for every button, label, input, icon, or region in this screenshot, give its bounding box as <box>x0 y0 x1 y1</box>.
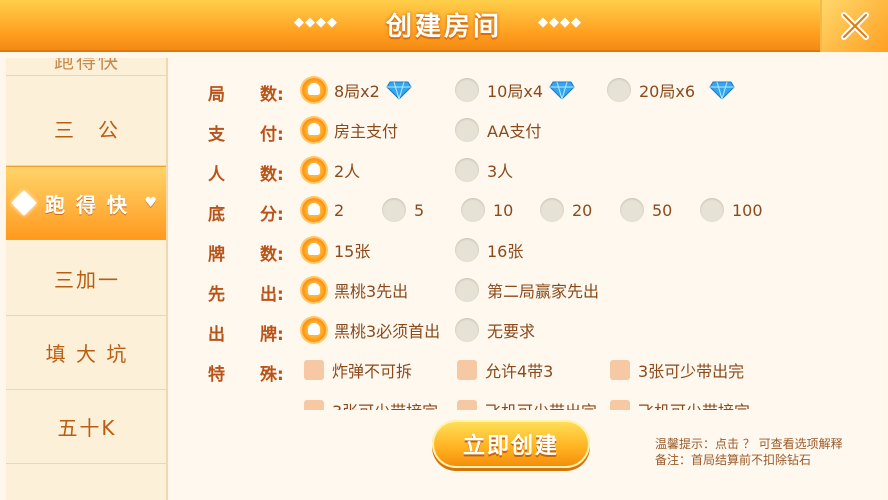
rounds-option-20[interactable]: 20局x6 <box>607 76 735 104</box>
radio-unselected[interactable] <box>455 118 479 142</box>
radio-unselected[interactable] <box>455 238 479 262</box>
sidebar-item-paodekuai[interactable]: 跑 得 快 ♥ <box>6 166 166 240</box>
sidebar-item-sanjiayi[interactable]: 三加一 <box>6 242 166 316</box>
play-card-row: 出牌: 黑桃3必须首出 无要求 <box>170 318 882 348</box>
special-option-bomb[interactable]: 炸弹不可拆 <box>304 356 412 384</box>
sidebar-item-label: 跑 得 快 <box>45 192 129 217</box>
radio-unselected[interactable] <box>607 78 631 102</box>
rounds-option-8[interactable]: 8局x2 <box>302 76 412 104</box>
radio-unselected[interactable] <box>461 198 485 222</box>
payment-row: 支付: 房主支付 AA支付 <box>170 118 882 148</box>
sidebar-item-label: 填 大 坑 <box>45 342 129 366</box>
play-card-option-none[interactable]: 无要求 <box>455 316 535 344</box>
payment-option-aa[interactable]: AA支付 <box>455 116 541 144</box>
sidebar-item-label: 跑得快 <box>54 58 120 73</box>
sidebar-item-top[interactable]: 跑得快 <box>6 58 166 76</box>
tips-text: 温馨提示：点击 ？ 可查看选项解释 备注：首局结算前不扣除钻石 <box>655 436 843 468</box>
sidebar-item-tiandakeng[interactable]: 填 大 坑 <box>6 316 166 390</box>
radio-unselected[interactable] <box>455 318 479 342</box>
radio-unselected[interactable] <box>382 198 406 222</box>
players-option-2[interactable]: 2人 <box>302 156 360 184</box>
radio-unselected[interactable] <box>455 158 479 182</box>
special-option-3less-receive[interactable]: 3张可少带接完 <box>304 396 438 410</box>
radio-selected[interactable] <box>302 318 326 342</box>
special-option-4with3[interactable]: 允许4带3 <box>457 356 553 384</box>
base-score-option-2[interactable]: 2 <box>302 196 344 224</box>
sidebar-item-label: 五十K <box>57 416 117 440</box>
checkbox[interactable] <box>457 400 477 410</box>
radio-selected[interactable] <box>302 198 326 222</box>
checkbox[interactable] <box>304 400 324 410</box>
radio-unselected[interactable] <box>620 198 644 222</box>
play-card-option-spade3-first[interactable]: 黑桃3必须首出 <box>302 316 440 344</box>
radio-selected[interactable] <box>302 118 326 142</box>
checkbox[interactable] <box>457 360 477 380</box>
base-score-option-20[interactable]: 20 <box>540 196 592 224</box>
special-option-3less-out[interactable]: 3张可少带出完 <box>610 356 744 384</box>
heart-icon: ♥ <box>144 195 159 211</box>
radio-selected[interactable] <box>302 278 326 302</box>
radio-selected[interactable] <box>302 238 326 262</box>
diamond-gem-icon <box>709 81 735 100</box>
radio-unselected[interactable] <box>540 198 564 222</box>
first-play-option-spade3[interactable]: 黑桃3先出 <box>302 276 408 304</box>
radio-selected[interactable] <box>302 158 326 182</box>
diamond-gem-icon <box>549 81 575 100</box>
payment-option-host[interactable]: 房主支付 <box>302 116 398 144</box>
special-option-plane-receive[interactable]: 飞机可少带接完 <box>610 396 750 410</box>
special-row: 特殊: 炸弹不可拆 允许4带3 3张可少带出完 <box>170 360 882 388</box>
base-score-row: 底分: 2 5 10 20 50 100 <box>170 198 882 228</box>
special-row-2-clipped: 3张可少带接完 飞机可少带出完 飞机可少带接完 <box>170 394 882 410</box>
sidebar-item-sangong[interactable]: 三 公 <box>6 92 166 166</box>
radio-unselected[interactable] <box>700 198 724 222</box>
title-decoration-right: ◆◆◆◆ <box>538 15 582 30</box>
base-score-option-10[interactable]: 10 <box>461 196 513 224</box>
rounds-row: 局数: 8局x2 10局x4 20局x6 <box>170 78 882 108</box>
radio-unselected[interactable] <box>455 78 479 102</box>
game-sidebar: 跑得快 三 公 跑 得 快 ♥ 三加一 填 大 坑 五十K <box>6 58 168 500</box>
tips-line-2: 备注：首局结算前不扣除钻石 <box>655 453 812 467</box>
special-option-plane-out[interactable]: 飞机可少带出完 <box>457 396 597 410</box>
checkbox[interactable] <box>610 400 630 410</box>
players-row: 人数: 2人 3人 <box>170 158 882 188</box>
first-play-option-winner[interactable]: 第二局赢家先出 <box>455 276 599 304</box>
header-bar: ◆◆◆◆ 创建房间 ◆◆◆◆ <box>0 0 888 52</box>
app-window: ◆◆◆◆ 创建房间 ◆◆◆◆ 跑得快 三 公 跑 得 快 ♥ 三加一 填 大 坑… <box>0 0 888 500</box>
radio-selected[interactable] <box>302 78 326 102</box>
card-count-option-15[interactable]: 15张 <box>302 236 370 264</box>
sidebar-item-label: 三 公 <box>54 118 120 142</box>
players-option-3[interactable]: 3人 <box>455 156 513 184</box>
page-title: 创建房间 <box>385 12 502 42</box>
base-score-option-50[interactable]: 50 <box>620 196 672 224</box>
base-score-option-5[interactable]: 5 <box>382 196 424 224</box>
tips-line-1: 温馨提示：点击 ？ 可查看选项解释 <box>655 437 843 451</box>
base-score-option-100[interactable]: 100 <box>700 196 763 224</box>
close-button[interactable] <box>820 0 888 52</box>
rounds-option-10[interactable]: 10局x4 <box>455 76 575 104</box>
close-icon <box>841 12 869 40</box>
card-count-option-16[interactable]: 16张 <box>455 236 523 264</box>
diamond-icon <box>11 190 37 216</box>
card-count-row: 牌数: 15张 16张 <box>170 238 882 268</box>
create-room-button[interactable]: 立即创建 <box>432 420 590 468</box>
first-play-row: 先出: 黑桃3先出 第二局赢家先出 <box>170 278 882 308</box>
radio-unselected[interactable] <box>455 278 479 302</box>
sidebar-item-label: 三加一 <box>54 268 120 292</box>
checkbox[interactable] <box>610 360 630 380</box>
checkbox[interactable] <box>304 360 324 380</box>
sidebar-item-wushik[interactable]: 五十K <box>6 390 166 464</box>
diamond-gem-icon <box>386 81 412 100</box>
